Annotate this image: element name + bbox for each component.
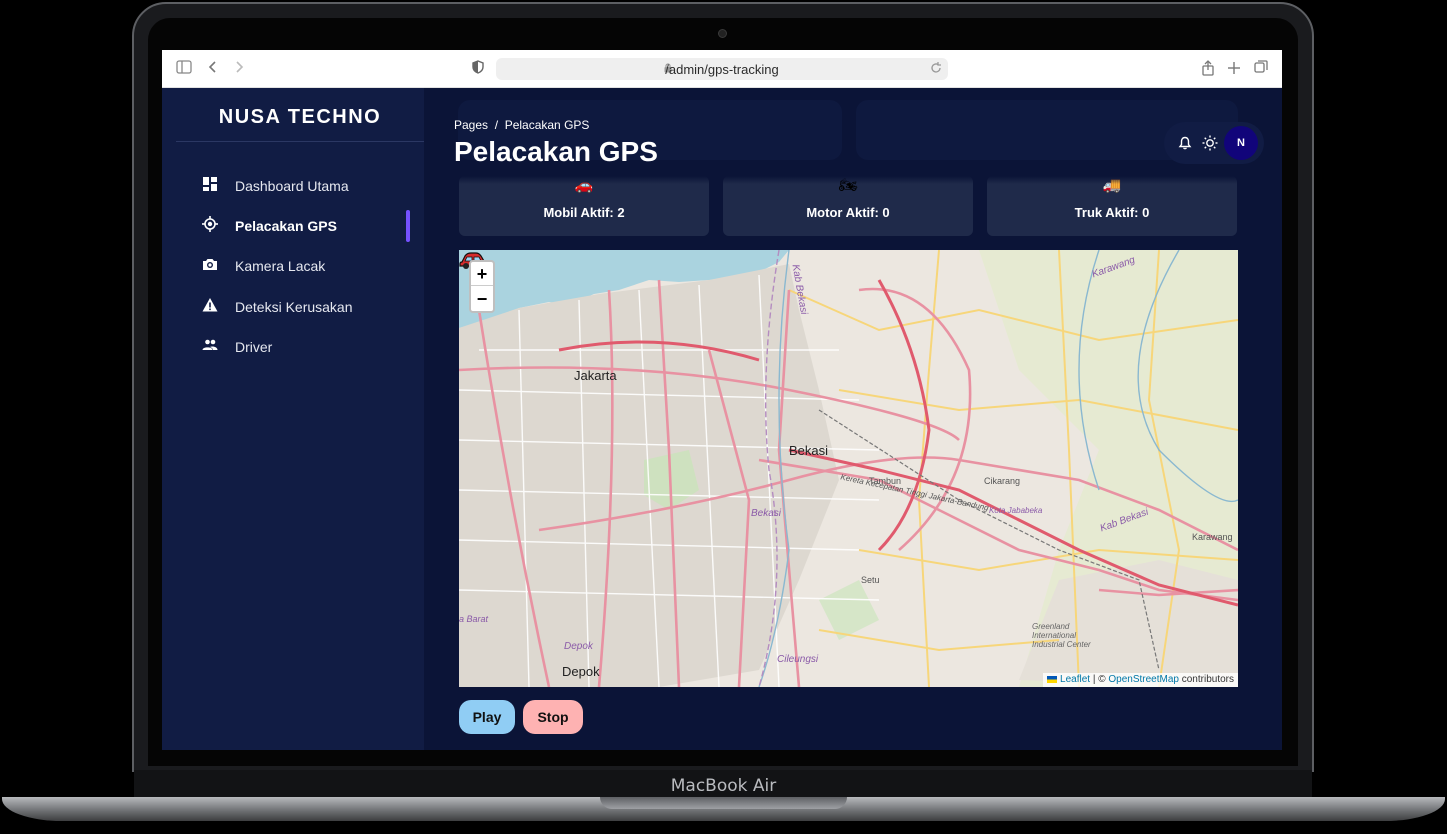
stat-card-truck: 🚚 Truk Aktif: 0 [987, 176, 1237, 236]
header-shadow [444, 176, 1244, 184]
leaflet-link[interactable]: Leaflet [1060, 674, 1090, 685]
stat-card-car: 🚗 Mobil Aktif: 2 [459, 176, 709, 236]
map-attribution: Leaflet | © OpenStreetMap contributors [1043, 673, 1238, 687]
stat-label: Truk Aktif: 0 [1074, 205, 1150, 220]
stat-label: Motor Aktif: 0 [806, 205, 890, 220]
sidebar-item-driver[interactable]: Driver [202, 333, 412, 363]
osm-link[interactable]: OpenStreetMap [1108, 674, 1179, 685]
laptop-notch [600, 797, 847, 809]
camera-icon [203, 259, 217, 270]
sidebar-item-label: Deteksi Kerusakan [235, 299, 353, 315]
stat-label: Mobil Aktif: 2 [543, 205, 625, 220]
webcam [718, 29, 727, 38]
sidebar-item-label: Kamera Lacak [235, 258, 326, 274]
map-label-setu: Setu [861, 575, 880, 585]
sidebar-item-label: Pelacakan GPS [235, 218, 337, 234]
map-label-cikarang: Cikarang [984, 476, 1021, 486]
avatar[interactable]: N [1224, 126, 1258, 160]
new-tab-icon[interactable] [1228, 60, 1240, 78]
zoom-control: + − [469, 260, 495, 313]
warning-icon [202, 298, 218, 312]
main-content: 🚗 Mobil Aktif: 2 🏍 Motor Aktif: 0 🚚 Truk… [424, 88, 1282, 750]
header-actions: N [1164, 122, 1264, 164]
map-label-depok-district: Depok [564, 641, 593, 652]
back-icon[interactable] [208, 60, 218, 78]
url-text: /admin/gps-tracking [665, 62, 779, 77]
map-label-depok: Depok [562, 664, 600, 679]
gps-map[interactable]: Jakarta Bekasi Bekasi Tambun Cikarang Ka… [459, 250, 1238, 687]
map-label-jababeka: Kota Jababeka [989, 506, 1043, 515]
map-label-karawang: Karawang [1192, 532, 1233, 542]
app-root: NUSA TECHNO Dashboard Utama Pelacakan GP… [162, 88, 1282, 750]
dashboard-icon [203, 177, 217, 191]
theme-toggle-icon[interactable] [1202, 135, 1218, 151]
sidebar-item-damage-detection[interactable]: Deteksi Kerusakan [202, 293, 412, 323]
ukraine-flag-icon [1047, 676, 1058, 683]
laptop-frame: /admin/gps-tracking NUSA TECHNO Dashboar… [0, 0, 1447, 834]
map-label-jakarta: Jakarta [574, 368, 617, 383]
sidebar-item-dashboard[interactable]: Dashboard Utama [202, 172, 412, 202]
map-label-bekasi-district: Bekasi [751, 508, 782, 519]
sidebar-item-label: Driver [235, 339, 273, 355]
map-tiles [459, 250, 1238, 687]
map-label-greenland: Greenland International Industrial Cente… [1032, 622, 1091, 649]
privacy-shield-icon[interactable] [472, 60, 484, 78]
device-model-label: MacBook Air [670, 776, 777, 796]
sidebar: NUSA TECHNO Dashboard Utama Pelacakan GP… [162, 88, 424, 750]
bell-icon[interactable] [1178, 136, 1192, 150]
attribution-separator: | © [1090, 674, 1109, 685]
breadcrumb: Pages / Pelacakan GPS [454, 118, 590, 132]
address-bar[interactable]: /admin/gps-tracking [496, 58, 948, 80]
map-label-rawa-barat: a Barat [459, 614, 489, 624]
map-label-bekasi: Bekasi [789, 443, 829, 458]
gps-icon [202, 216, 218, 232]
brand-logo: NUSA TECHNO [176, 106, 424, 142]
active-indicator [406, 210, 410, 242]
share-icon[interactable] [1202, 60, 1214, 80]
reload-icon[interactable] [930, 61, 942, 80]
sidebar-item-camera[interactable]: Kamera Lacak [202, 252, 412, 282]
play-button[interactable]: Play [459, 700, 515, 734]
attribution-suffix: contributors [1178, 674, 1234, 685]
page-title: Pelacakan GPS [454, 136, 658, 167]
map-label-cileungsi: Cileungsi [777, 654, 819, 665]
sidebar-item-label: Dashboard Utama [235, 178, 349, 194]
tab-overview-icon[interactable] [1254, 60, 1268, 78]
sidebar-item-gps[interactable]: Pelacakan GPS [202, 212, 412, 242]
zoom-in-button[interactable]: + [471, 262, 493, 286]
stop-button[interactable]: Stop [523, 700, 583, 734]
sidebar-toggle-icon[interactable] [176, 60, 192, 78]
people-icon [202, 339, 218, 350]
browser-toolbar: /admin/gps-tracking [162, 50, 1282, 88]
forward-icon[interactable] [234, 60, 244, 78]
page-header: Pages / Pelacakan GPS Pelacakan GPS N [444, 106, 1264, 176]
screen: /admin/gps-tracking NUSA TECHNO Dashboar… [162, 50, 1282, 750]
stat-card-motorcycle: 🏍 Motor Aktif: 0 [723, 176, 973, 236]
zoom-out-button[interactable]: − [471, 287, 493, 311]
